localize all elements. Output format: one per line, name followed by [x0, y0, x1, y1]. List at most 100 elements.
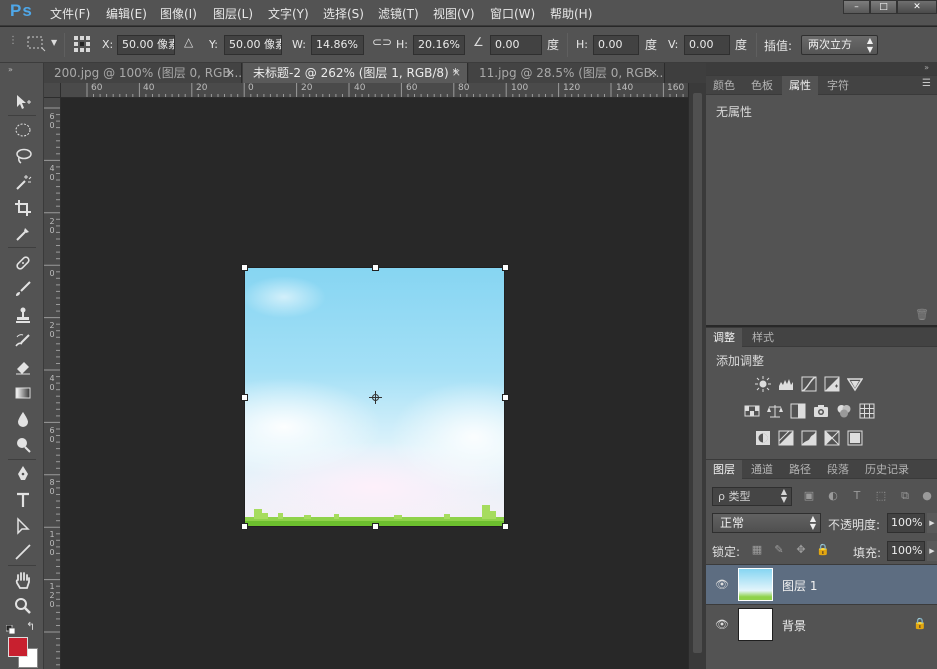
- type-tool-icon[interactable]: [11, 489, 35, 511]
- healing-brush-icon[interactable]: [11, 252, 35, 274]
- tab-adjustments[interactable]: 调整: [706, 328, 742, 347]
- menu-filter[interactable]: 滤镜(T): [378, 5, 419, 22]
- filter-toggle-icon[interactable]: ●: [920, 489, 934, 503]
- vibrance-icon[interactable]: [846, 375, 863, 392]
- curves-icon[interactable]: [800, 375, 817, 392]
- menu-file[interactable]: 文件(F): [50, 5, 90, 22]
- menu-edit[interactable]: 编辑(E): [106, 5, 147, 22]
- tab-history[interactable]: 历史记录: [858, 460, 916, 479]
- blend-mode-select[interactable]: 正常 ▲ ▼: [712, 513, 821, 533]
- magic-wand-icon[interactable]: [11, 171, 35, 193]
- hand-tool-icon[interactable]: [11, 569, 35, 591]
- height-input[interactable]: 20.16%: [413, 35, 465, 55]
- vertical-ruler[interactable]: 60 40 20 0 20 40 60 80 100 120: [44, 98, 61, 669]
- hue-saturation-icon[interactable]: [743, 402, 760, 419]
- menu-view[interactable]: 视图(V): [433, 5, 475, 22]
- lock-transparent-icon[interactable]: ▦: [750, 543, 764, 557]
- layer-filter-select[interactable]: ρ 类型 ▲ ▼: [712, 487, 792, 506]
- transform-handle-right[interactable]: [502, 394, 509, 401]
- fill-input[interactable]: 100%: [887, 541, 925, 561]
- x-input[interactable]: 50.00 像素: [117, 35, 175, 55]
- scrollbar-thumb[interactable]: [693, 93, 702, 653]
- layer-row-background[interactable]: 👁 背景 🔒: [706, 604, 937, 644]
- blur-tool-icon[interactable]: [11, 408, 35, 430]
- transform-handle-bottom-right[interactable]: [502, 523, 509, 530]
- color-balance-icon[interactable]: [766, 402, 783, 419]
- panel-menu-icon[interactable]: ☰: [922, 78, 931, 89]
- h-skew-input[interactable]: 0.00: [593, 35, 639, 55]
- fill-dropdown-icon[interactable]: ▶: [927, 541, 937, 561]
- link-icon[interactable]: ⊂⊃: [372, 35, 392, 49]
- brightness-icon[interactable]: [754, 375, 771, 392]
- filter-adjustment-icon[interactable]: ◐: [826, 489, 840, 503]
- lock-all-icon[interactable]: 🔒: [816, 543, 830, 557]
- menu-type[interactable]: 文字(Y): [268, 5, 309, 22]
- maximize-button[interactable]: □: [870, 0, 897, 14]
- lock-position-icon[interactable]: ✥: [794, 543, 808, 557]
- brush-tool-icon[interactable]: [11, 278, 35, 300]
- tab-channels[interactable]: 通道: [744, 460, 780, 479]
- opacity-dropdown-icon[interactable]: ▶: [927, 513, 937, 533]
- tab-11-jpg[interactable]: 11.jpg @ 28.5% (图层 0, RGB... ×: [469, 63, 665, 83]
- menu-image[interactable]: 图像(I): [160, 5, 197, 22]
- trash-icon[interactable]: 🗑: [915, 308, 929, 321]
- eyedropper-icon[interactable]: [11, 223, 35, 245]
- color-lookup-icon[interactable]: [858, 402, 875, 419]
- filter-smart-object-icon[interactable]: ⧉: [898, 489, 912, 503]
- black-white-icon[interactable]: [789, 402, 806, 419]
- layer-name[interactable]: 背景: [782, 617, 806, 634]
- filter-shape-icon[interactable]: ⬚: [874, 489, 888, 503]
- collapse-icon[interactable]: »: [8, 65, 13, 74]
- tab-styles[interactable]: 样式: [745, 328, 781, 347]
- vertical-scrollbar[interactable]: [688, 83, 706, 669]
- close-button[interactable]: ✕: [897, 0, 937, 14]
- relative-position-icon[interactable]: △: [184, 35, 193, 49]
- collapse-icon[interactable]: »: [924, 63, 929, 72]
- crop-tool-icon[interactable]: [11, 197, 35, 219]
- tab-layers[interactable]: 图层: [706, 460, 742, 479]
- minimize-button[interactable]: –: [843, 0, 870, 14]
- width-input[interactable]: 14.86%: [311, 35, 364, 55]
- tab-close-icon[interactable]: ×: [649, 63, 658, 83]
- transform-handle-top-left[interactable]: [241, 264, 248, 271]
- menu-window[interactable]: 窗口(W): [490, 5, 535, 22]
- dodge-tool-icon[interactable]: [11, 434, 35, 456]
- transform-handle-top-right[interactable]: [502, 264, 509, 271]
- eraser-tool-icon[interactable]: [11, 356, 35, 378]
- v-skew-input[interactable]: 0.00: [684, 35, 730, 55]
- channel-mixer-icon[interactable]: [835, 402, 852, 419]
- tool-preset-icon[interactable]: [26, 33, 48, 56]
- exposure-icon[interactable]: [823, 375, 840, 392]
- opacity-input[interactable]: 100%: [887, 513, 925, 533]
- threshold-icon[interactable]: [800, 429, 817, 446]
- tab-character[interactable]: 字符: [820, 76, 856, 95]
- pen-tool-icon[interactable]: [11, 463, 35, 485]
- tab-swatches[interactable]: 色板: [744, 76, 780, 95]
- move-tool-icon[interactable]: [11, 91, 35, 113]
- history-brush-icon[interactable]: [11, 330, 35, 352]
- zoom-tool-icon[interactable]: [11, 595, 35, 617]
- menu-select[interactable]: 选择(S): [323, 5, 364, 22]
- interpolation-select[interactable]: 两次立方 ▲ ▼: [801, 35, 878, 55]
- tab-properties[interactable]: 属性: [782, 76, 818, 95]
- filter-type-icon[interactable]: T: [850, 489, 864, 503]
- layer-name[interactable]: 图层 1: [782, 577, 817, 594]
- tab-untitled-2[interactable]: 未标题-2 @ 262% (图层 1, RGB/8) * ×: [243, 63, 468, 83]
- tab-200-jpg[interactable]: 200.jpg @ 100% (图层 0, RGB... ×: [44, 63, 242, 83]
- selective-color-icon[interactable]: [846, 429, 863, 446]
- foreground-color-swatch[interactable]: [8, 637, 28, 657]
- line-tool-icon[interactable]: [11, 541, 35, 563]
- posterize-icon[interactable]: [777, 429, 794, 446]
- transform-handle-bottom-left[interactable]: [241, 523, 248, 530]
- levels-icon[interactable]: [777, 375, 794, 392]
- path-selection-icon[interactable]: [11, 515, 35, 537]
- transform-handle-top[interactable]: [372, 264, 379, 271]
- lock-image-icon[interactable]: ✎: [772, 543, 786, 557]
- gradient-map-icon[interactable]: [823, 429, 840, 446]
- tool-preset-dropdown-icon[interactable]: ▼: [51, 38, 57, 47]
- horizontal-ruler[interactable]: 60 40 20 0 20 40 60 80 100 120 140 160: [61, 83, 688, 98]
- visibility-eye-icon[interactable]: 👁: [715, 578, 729, 592]
- visibility-eye-icon[interactable]: 👁: [715, 618, 729, 632]
- angle-input[interactable]: 0.00: [490, 35, 542, 55]
- marquee-tool-icon[interactable]: [11, 119, 35, 141]
